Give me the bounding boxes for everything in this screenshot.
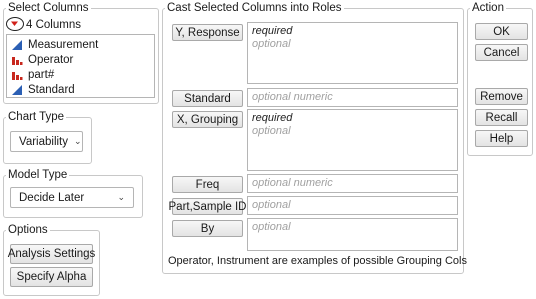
- nominal-icon: [12, 56, 23, 65]
- grouping-footer-note: Operator, Instrument are examples of pos…: [168, 255, 467, 267]
- continuous-icon: [12, 39, 22, 50]
- continuous-icon: [12, 84, 22, 95]
- x-grouping-dropzone[interactable]: required optional: [247, 109, 458, 171]
- options-title: Options: [8, 224, 48, 236]
- remove-button[interactable]: Remove: [475, 88, 528, 105]
- optional-numeric-hint: optional numeric: [252, 91, 333, 103]
- required-hint: required: [252, 25, 293, 37]
- column-count: 4 Columns: [26, 19, 81, 31]
- optional-numeric-hint: optional numeric: [252, 177, 333, 189]
- standard-dropzone[interactable]: optional numeric: [247, 88, 458, 107]
- model-type-dropdown[interactable]: Decide Later ⌄: [10, 187, 134, 208]
- optional-hint: optional: [252, 38, 291, 50]
- action-title: Action: [472, 2, 504, 14]
- x-grouping-button[interactable]: X, Grouping: [172, 111, 243, 128]
- standard-button[interactable]: Standard: [172, 90, 243, 107]
- part-sample-id-button[interactable]: Part,Sample ID: [169, 198, 247, 215]
- specify-alpha-button[interactable]: Specify Alpha: [10, 267, 93, 287]
- nominal-icon: [12, 71, 23, 80]
- column-name: part#: [28, 68, 55, 81]
- cast-roles-title: Cast Selected Columns into Roles: [167, 2, 342, 14]
- model-type-value: Decide Later: [19, 191, 85, 204]
- part-sample-id-dropzone[interactable]: optional: [247, 196, 458, 215]
- cancel-button[interactable]: Cancel: [475, 44, 528, 61]
- chevron-down-icon: ⌄: [117, 192, 125, 202]
- column-list[interactable]: Measurement Operator part# Standard: [6, 34, 155, 98]
- list-item[interactable]: Measurement: [7, 37, 154, 52]
- chart-type-title: Chart Type: [8, 111, 65, 123]
- required-hint: required: [252, 112, 293, 124]
- list-item[interactable]: Operator: [7, 52, 154, 67]
- chevron-down-icon: ⌄: [74, 136, 82, 146]
- list-item[interactable]: part#: [7, 67, 154, 82]
- recall-button[interactable]: Recall: [475, 109, 528, 126]
- column-name: Operator: [28, 53, 74, 66]
- chart-type-dropdown[interactable]: Variability ⌄: [10, 131, 83, 152]
- freq-button[interactable]: Freq: [172, 176, 243, 193]
- analysis-settings-button[interactable]: Analysis Settings: [8, 244, 95, 264]
- column-name: Standard: [28, 83, 75, 96]
- y-response-button[interactable]: Y, Response: [172, 24, 243, 41]
- select-columns-title: Select Columns: [8, 2, 89, 14]
- ok-button[interactable]: OK: [475, 23, 528, 40]
- red-triangle-icon: [11, 21, 18, 26]
- list-item[interactable]: Standard: [7, 82, 154, 97]
- freq-dropzone[interactable]: optional numeric: [247, 174, 458, 193]
- model-type-title: Model Type: [8, 169, 68, 181]
- optional-hint: optional: [252, 221, 291, 233]
- chart-type-value: Variability: [19, 135, 68, 148]
- column-name: Measurement: [28, 38, 99, 51]
- disclosure-toggle[interactable]: [6, 17, 24, 31]
- y-response-dropzone[interactable]: required optional: [247, 22, 458, 84]
- optional-hint: optional: [252, 199, 291, 211]
- by-button[interactable]: By: [172, 220, 243, 237]
- help-button[interactable]: Help: [475, 130, 528, 147]
- by-dropzone[interactable]: optional: [247, 218, 458, 251]
- optional-hint: optional: [252, 125, 291, 137]
